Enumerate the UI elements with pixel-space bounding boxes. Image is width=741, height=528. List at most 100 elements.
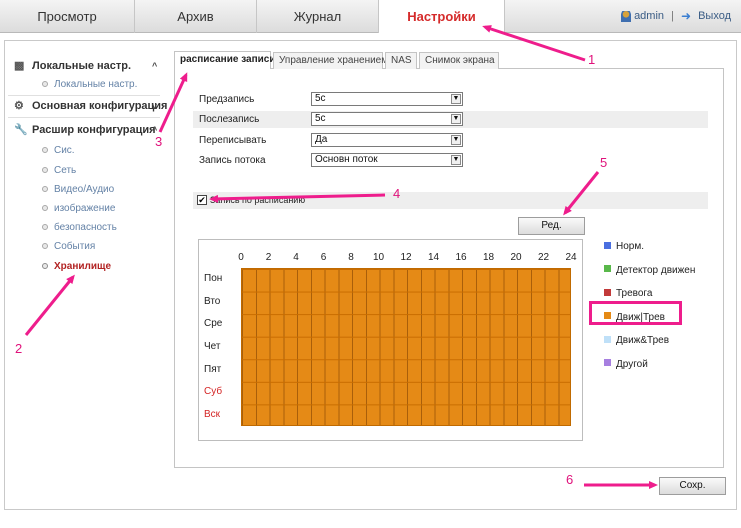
pre-record-value: 5с <box>315 93 326 104</box>
wrench-icon: 🔧 <box>14 124 28 136</box>
legend-item[interactable]: Тревога <box>604 287 652 301</box>
sidebar-item-security[interactable]: безопасность <box>42 219 117 237</box>
legend-label: Детектор движен <box>616 264 696 276</box>
day-label: Пон <box>204 273 223 285</box>
tab-storage-management[interactable]: Управление хранением <box>273 52 388 69</box>
day-label: Вто <box>204 295 221 307</box>
nav-tab-playback[interactable]: Архив <box>135 0 257 33</box>
annotation-number-6: 6 <box>566 472 574 487</box>
sidebar-item-label: Сис. <box>54 145 75 156</box>
annotation-number-4: 4 <box>393 186 401 201</box>
hour-label: 14 <box>427 252 440 263</box>
sidebar-item-label: Сеть <box>54 165 77 176</box>
record-stream-value: Основн поток <box>315 154 378 165</box>
sidebar-item-network[interactable]: Сеть <box>42 162 76 180</box>
pre-record-label: Предзапись <box>199 94 255 105</box>
tab-snapshot[interactable]: Снимок экрана <box>419 52 499 69</box>
hour-label: 20 <box>510 252 522 263</box>
tab-recording-schedule[interactable]: расписание записи <box>174 51 276 69</box>
overwrite-label: Переписывать <box>199 135 267 146</box>
dropdown-arrow-icon[interactable]: ▼ <box>451 94 461 104</box>
hour-label: 18 <box>482 252 495 263</box>
monitor-icon: ▩ <box>14 60 25 72</box>
overwrite-select[interactable]: Да ▼ <box>311 133 463 147</box>
sidebar-item-events[interactable]: События <box>42 238 95 256</box>
legend-swatch-icon <box>604 359 611 367</box>
hour-label: 10 <box>372 252 385 263</box>
hour-label: 8 <box>348 252 354 263</box>
legend-label: Норм. <box>616 241 644 252</box>
legend-item[interactable]: Другой <box>604 358 648 372</box>
dropdown-arrow-icon[interactable]: ▼ <box>451 114 461 124</box>
record-stream-select[interactable]: Основн поток ▼ <box>311 153 463 167</box>
sidebar-item-image[interactable]: изображение <box>42 200 115 218</box>
top-navigation-bar: Просмотр Архив Журнал Настройки admin | … <box>0 0 741 34</box>
day-label: Вск <box>204 408 221 420</box>
post-record-label: Послезапись <box>199 114 260 125</box>
dropdown-arrow-icon[interactable]: ▼ <box>451 155 461 165</box>
gear-icon: ⚙ <box>14 100 24 112</box>
sidebar-item-video-audio[interactable]: Видео/Аудио <box>42 181 114 199</box>
edit-button[interactable]: Ред. <box>518 217 585 235</box>
legend-label: Движ&Трев <box>616 335 670 346</box>
post-record-select[interactable]: 5с ▼ <box>311 112 463 126</box>
collapse-caret-icon[interactable]: ^ <box>152 56 157 76</box>
bullet-icon <box>42 186 48 193</box>
sidebar-divider <box>8 117 160 118</box>
legend-item[interactable]: Движ&Трев <box>604 334 669 348</box>
user-area: admin | ➜ Выход <box>621 0 731 33</box>
schedule-grid[interactable] <box>241 268 571 426</box>
bullet-icon <box>42 205 48 212</box>
expand-caret-icon[interactable]: v <box>152 96 157 116</box>
post-record-value: 5с <box>315 113 326 124</box>
hour-label: 24 <box>565 252 577 263</box>
record-stream-label: Запись потока <box>199 155 266 166</box>
dropdown-arrow-icon[interactable]: ▼ <box>451 135 461 145</box>
username: admin <box>634 10 665 22</box>
hour-label: 4 <box>293 252 299 263</box>
nav-tab-live-view[interactable]: Просмотр <box>0 0 135 33</box>
sidebar-item-label: Локальные настр. <box>54 79 138 90</box>
sidebar-item-local-settings[interactable]: Локальные настр. <box>42 76 137 94</box>
sidebar-item-storage[interactable]: Хранилище <box>42 258 111 276</box>
legend-swatch-icon <box>604 288 611 296</box>
nav-tab-settings[interactable]: Настройки <box>379 0 505 34</box>
schedule-record-checkbox[interactable]: ✔ <box>197 195 207 205</box>
schedule-record-row: ✔ Запись по расписанию <box>193 192 708 209</box>
legend-swatch-icon <box>604 265 611 273</box>
annotation-number-3: 3 <box>155 134 163 149</box>
tab-nas[interactable]: NAS <box>385 52 417 69</box>
logout-icon[interactable]: ➜ <box>681 0 695 33</box>
bullet-icon <box>42 263 48 270</box>
legend-label: Другой <box>616 358 648 370</box>
sidebar-item-label: Видео/Аудио <box>54 184 115 195</box>
day-label: Сре <box>204 318 223 330</box>
user-icon <box>621 11 631 22</box>
legend-highlight-box <box>589 301 682 325</box>
sidebar-item-system[interactable]: Сис. <box>42 142 75 160</box>
nav-tab-log[interactable]: Журнал <box>257 0 379 33</box>
annotation-number-5: 5 <box>600 155 608 170</box>
legend-item[interactable]: Норм. <box>604 240 644 254</box>
pre-record-select[interactable]: 5с ▼ <box>311 92 463 106</box>
hour-label: 22 <box>537 252 550 263</box>
hour-label: 6 <box>320 252 327 263</box>
schedule-record-label: Запись по расписанию <box>210 195 306 205</box>
sidebar-item-label: События <box>54 241 96 252</box>
bullet-icon <box>42 81 48 88</box>
legend-item[interactable]: Детектор движен <box>604 264 695 278</box>
annotation-number-2: 2 <box>15 341 23 356</box>
logout-link[interactable]: Выход <box>698 10 731 22</box>
overwrite-row: Переписывать Да ▼ <box>193 132 708 149</box>
day-label: Суб <box>204 386 223 398</box>
save-button[interactable]: Сохр. <box>659 477 726 495</box>
overwrite-value: Да <box>315 134 328 145</box>
sidebar-section-local-settings[interactable]: ▩ Локальные настр. ^ <box>14 56 157 76</box>
sidebar-item-label: Хранилище <box>54 261 112 272</box>
sidebar-section-advanced-configuration[interactable]: 🔧 Расшир конфигурация ^ <box>14 120 157 140</box>
annotation-number-1: 1 <box>588 52 596 67</box>
sidebar-section-label: Расшир конфигурация <box>32 124 156 136</box>
nav-separator: | <box>671 10 674 22</box>
sidebar-section-label: Основная конфигурация <box>32 100 168 112</box>
sidebar-section-basic-configuration[interactable]: ⚙ Основная конфигурация v <box>14 96 167 116</box>
